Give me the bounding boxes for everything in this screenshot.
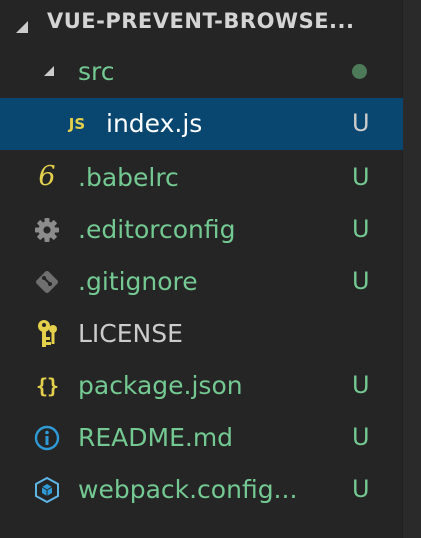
- tree-item-index-js[interactable]: JS index.js U: [0, 98, 403, 150]
- info-icon: [34, 425, 60, 451]
- webpack-cube-icon: [34, 477, 60, 503]
- tree-item-license[interactable]: LICENSE: [0, 308, 403, 360]
- file-label: LICENSE: [78, 319, 183, 348]
- explorer-section-header[interactable]: VUE-PREVENT-BROWSE...: [0, 0, 403, 46]
- explorer-title: VUE-PREVENT-BROWSE...: [47, 9, 355, 33]
- git-status-badge: U: [352, 423, 370, 451]
- chevron-down-expanded-icon[interactable]: [40, 62, 58, 80]
- scrollbar-track[interactable]: [402, 0, 421, 538]
- folder-label: src: [78, 57, 115, 86]
- git-status-badge: U: [352, 475, 370, 503]
- tree-item-gitignore[interactable]: .gitignore U: [0, 256, 403, 308]
- file-label: index.js: [106, 109, 203, 138]
- tree-item-readme[interactable]: README.md U: [0, 412, 403, 464]
- tree-item-package-json[interactable]: {} package.json U: [0, 360, 403, 412]
- tree-item-babelrc[interactable]: 6 .babelrc U: [0, 152, 403, 204]
- json-file-icon: {}: [35, 374, 59, 398]
- git-icon: [34, 269, 60, 295]
- file-label: .editorconfig: [78, 215, 236, 244]
- license-key-icon: [34, 319, 60, 349]
- file-label: package.json: [78, 371, 243, 400]
- git-status-badge: U: [352, 371, 370, 399]
- file-label: .babelrc: [78, 163, 179, 192]
- dot-indicator-icon: [352, 64, 367, 79]
- babel-file-icon: 6: [38, 160, 56, 192]
- javascript-file-icon: JS: [68, 115, 86, 133]
- tree-item-webpack-config[interactable]: webpack.config... U: [0, 464, 403, 516]
- file-explorer: VUE-PREVENT-BROWSE... src JS index.js U …: [0, 0, 421, 538]
- git-status-badge: U: [352, 267, 370, 295]
- chevron-down-expanded-icon[interactable]: [15, 15, 29, 39]
- file-label: webpack.config...: [78, 475, 298, 504]
- file-label: .gitignore: [78, 267, 198, 296]
- tree-item-editorconfig[interactable]: .editorconfig U: [0, 204, 403, 256]
- git-status-badge: U: [352, 215, 370, 243]
- file-label: README.md: [78, 423, 234, 452]
- git-status-badge: U: [352, 163, 370, 191]
- git-status-badge: U: [352, 109, 370, 137]
- tree-folder-src[interactable]: src: [0, 46, 403, 98]
- gear-icon: [34, 217, 60, 243]
